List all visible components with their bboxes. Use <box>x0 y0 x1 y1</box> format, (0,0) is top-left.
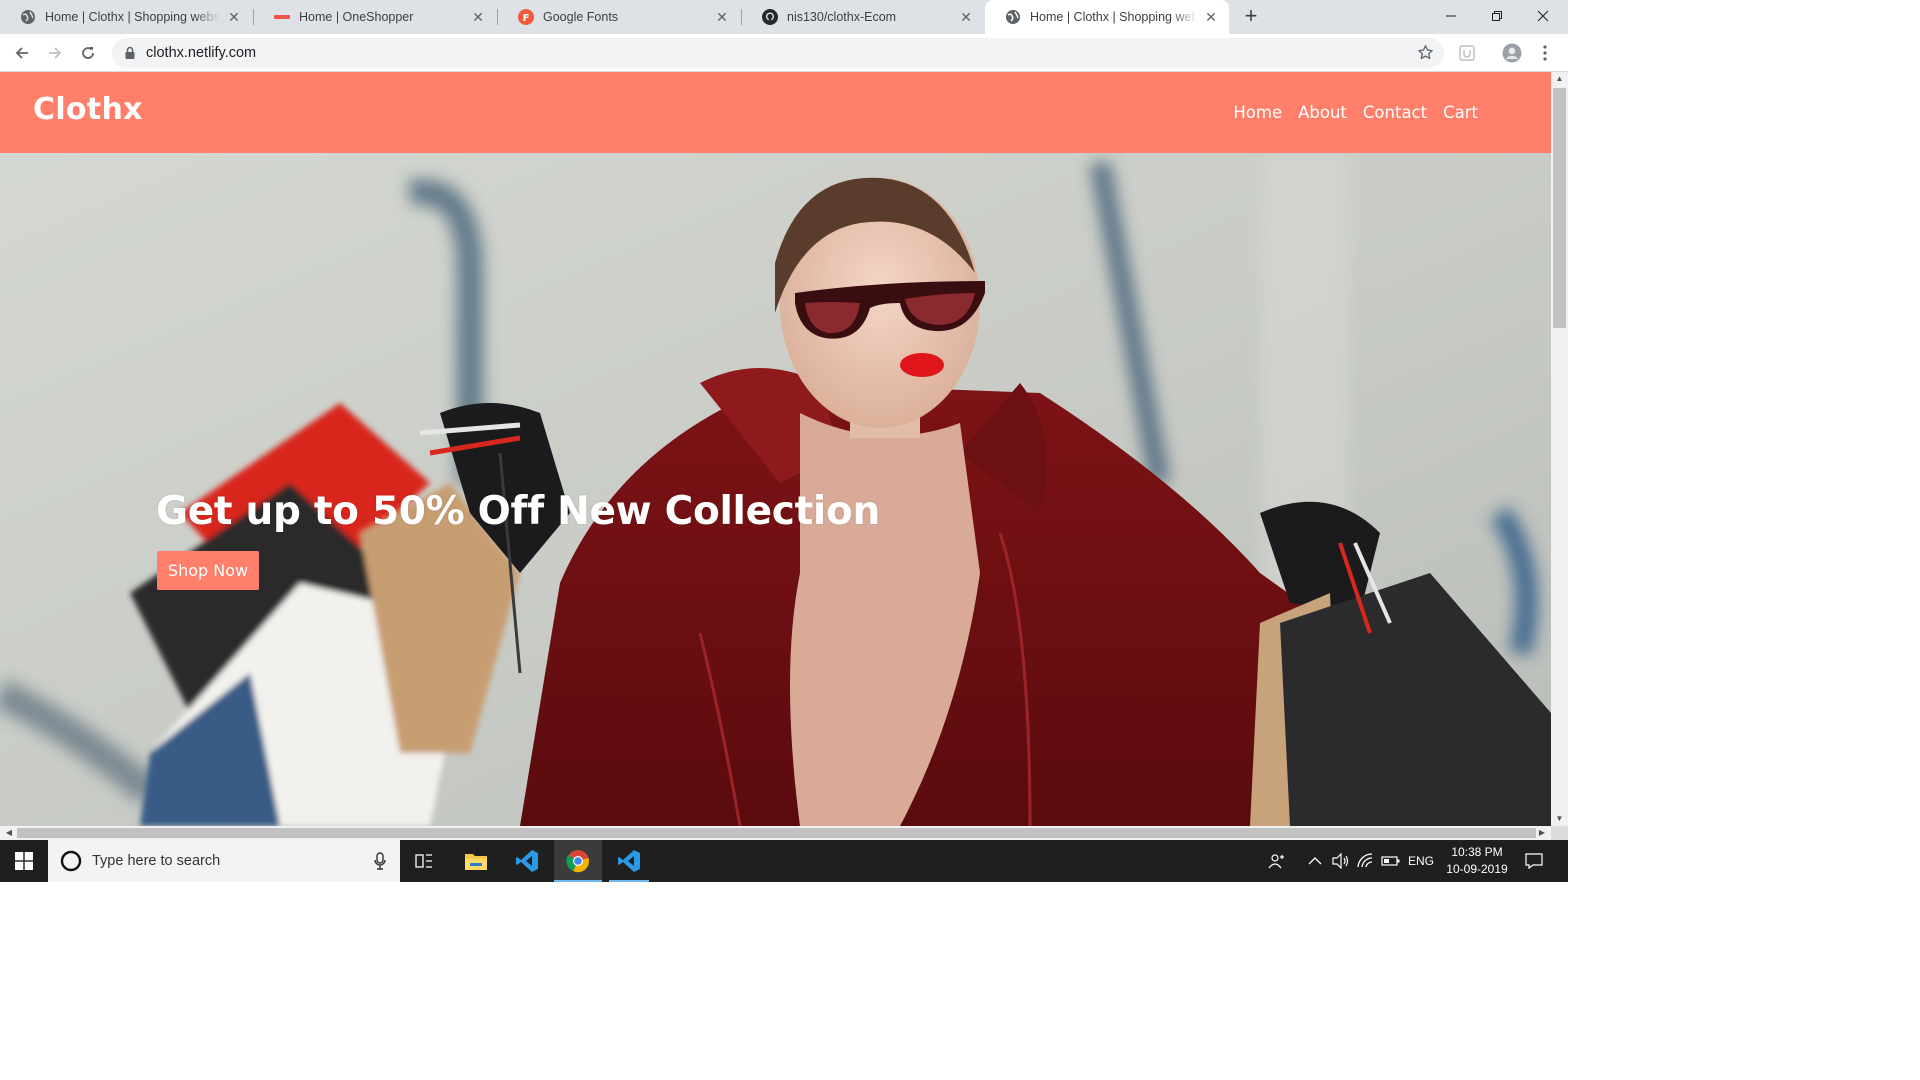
chrome-icon <box>566 850 589 873</box>
site-logo[interactable]: Clothx <box>33 92 143 127</box>
profile-button[interactable] <box>1500 41 1524 65</box>
horizontal-scroll-thumb[interactable] <box>17 828 1536 838</box>
vscode-icon <box>618 850 640 872</box>
task-view-button[interactable] <box>400 840 448 882</box>
notifications-icon[interactable] <box>1525 840 1543 882</box>
browser-tab-strip: Home | Clothx | Shopping website ✕ Home … <box>0 0 1568 34</box>
bookmark-star-icon[interactable] <box>1417 44 1434 66</box>
clock-time: 10:38 PM <box>1451 845 1503 859</box>
site-nav: Home About Contact Cart <box>1233 103 1478 122</box>
running-app-indicator <box>609 880 649 882</box>
nav-link-contact[interactable]: Contact <box>1363 103 1427 122</box>
google-fonts-icon: F <box>518 9 534 25</box>
browser-tab[interactable]: F Google Fonts ✕ <box>498 0 740 34</box>
scroll-up-icon[interactable]: ▲ <box>1551 72 1568 86</box>
minimize-button[interactable] <box>1428 0 1474 32</box>
forward-button[interactable] <box>43 41 67 65</box>
search-placeholder: Type here to search <box>92 853 221 869</box>
tab-title: Google Fonts <box>543 10 619 24</box>
address-bar[interactable]: clothx.netlify.com <box>112 38 1444 68</box>
tab-title: nis130/clothx-Ecom <box>787 10 897 24</box>
browser-tab[interactable]: nis130/clothx-Ecom ✕ <box>742 0 984 34</box>
tab-title: Home | Clothx | Shopping website <box>45 10 220 24</box>
back-button[interactable] <box>10 41 34 65</box>
globe-icon <box>1005 9 1021 25</box>
vscode-icon <box>516 850 538 872</box>
windows-logo-icon <box>15 852 33 870</box>
close-tab-icon[interactable]: ✕ <box>958 9 974 25</box>
minimize-icon <box>1446 15 1456 17</box>
lock-icon <box>125 46 135 59</box>
nav-link-about[interactable]: About <box>1298 103 1347 122</box>
close-tab-icon[interactable]: ✕ <box>714 9 730 25</box>
restore-icon <box>1492 11 1502 21</box>
vertical-scroll-thumb[interactable] <box>1553 88 1566 328</box>
shop-now-button[interactable]: Shop Now <box>157 551 259 590</box>
browser-tab-active[interactable]: Home | Clothx | Shopping website ✕ <box>985 0 1229 34</box>
close-icon <box>1537 10 1549 22</box>
url-text: clothx.netlify.com <box>146 45 257 61</box>
cortana-icon <box>60 850 82 872</box>
volume-icon[interactable] <box>1332 840 1350 882</box>
reload-button[interactable] <box>76 41 100 65</box>
task-view-icon <box>415 854 432 868</box>
active-app-indicator <box>554 880 602 882</box>
site-header: Clothx Home About Contact Cart <box>0 72 1551 153</box>
start-button[interactable] <box>0 840 48 882</box>
system-clock[interactable]: 10:38 PM 10-09-2019 <box>1440 844 1514 878</box>
folder-icon <box>465 854 487 870</box>
microphone-icon[interactable] <box>374 852 386 875</box>
close-tab-icon[interactable]: ✕ <box>1203 9 1219 25</box>
browser-menu-button[interactable] <box>1533 41 1557 65</box>
tab-title: Home | OneShopper <box>299 10 414 24</box>
nav-link-home[interactable]: Home <box>1233 103 1282 122</box>
battery-icon[interactable] <box>1381 840 1401 882</box>
globe-icon <box>20 9 36 25</box>
browser-toolbar: clothx.netlify.com <box>0 34 1568 72</box>
tab-title: Home | Clothx | Shopping website <box>1030 10 1197 24</box>
file-explorer-button[interactable] <box>452 840 500 882</box>
browser-tab[interactable]: Home | OneShopper ✕ <box>254 0 496 34</box>
vertical-scrollbar[interactable]: ▲ ▼ <box>1551 72 1568 826</box>
scroll-left-icon[interactable]: ◀ <box>2 826 16 840</box>
arrow-right-icon <box>49 47 62 59</box>
arrow-left-icon <box>15 47 28 59</box>
horizontal-scrollbar[interactable]: ◀ ▶ <box>0 826 1551 840</box>
vscode-button[interactable] <box>503 840 551 882</box>
extension-button[interactable] <box>1455 41 1479 65</box>
red-dash-icon <box>274 9 290 25</box>
wifi-icon[interactable] <box>1357 840 1375 882</box>
github-icon <box>762 9 778 25</box>
people-icon[interactable] <box>1268 840 1286 882</box>
close-tab-icon[interactable]: ✕ <box>470 9 486 25</box>
nav-link-cart[interactable]: Cart <box>1443 103 1478 122</box>
chevron-up-icon[interactable] <box>1308 840 1322 882</box>
taskbar-search[interactable]: Type here to search <box>48 840 400 882</box>
new-tab-button[interactable]: + <box>1238 5 1264 29</box>
chrome-button[interactable] <box>554 840 602 882</box>
clock-date: 10-09-2019 <box>1446 862 1508 876</box>
hero-banner: Get up to 50% Off New Collection Shop No… <box>0 153 1551 826</box>
windows-taskbar: Type here to search ENG 10:38 PM 10-09-2… <box>0 840 1568 882</box>
restore-button[interactable] <box>1474 0 1520 32</box>
scroll-right-icon[interactable]: ▶ <box>1535 826 1549 840</box>
vscode-active-button[interactable] <box>605 840 653 882</box>
hero-title: Get up to 50% Off New Collection <box>156 489 880 534</box>
avatar-icon <box>1502 43 1522 63</box>
page-viewport: Clothx Home About Contact Cart Get up to… <box>0 72 1551 826</box>
reload-icon <box>82 47 94 59</box>
kebab-menu-icon <box>1543 45 1547 61</box>
browser-tab[interactable]: Home | Clothx | Shopping website ✕ <box>0 0 252 34</box>
close-tab-icon[interactable]: ✕ <box>226 9 242 25</box>
close-window-button[interactable] <box>1520 0 1566 32</box>
svg-text:F: F <box>523 13 530 24</box>
scrollbar-corner <box>1551 826 1568 840</box>
scroll-down-icon[interactable]: ▼ <box>1551 812 1568 826</box>
language-indicator[interactable]: ENG <box>1408 840 1434 882</box>
extension-icon <box>1459 45 1475 61</box>
